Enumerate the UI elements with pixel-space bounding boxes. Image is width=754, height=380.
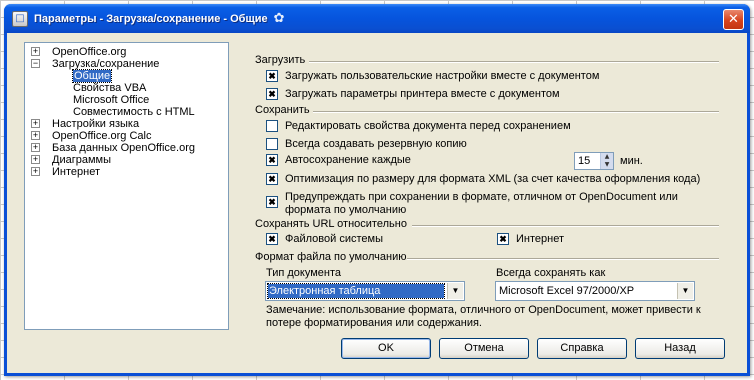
- options-tree[interactable]: + OpenOffice.org − Загрузка/сохранение Общие…: [24, 42, 229, 330]
- autosave-label: Автосохранение каждые: [285, 154, 411, 166]
- expand-icon[interactable]: +: [31, 155, 40, 164]
- tree-item[interactable]: + База данных OpenOffice.org: [25, 142, 228, 154]
- expand-icon[interactable]: +: [31, 131, 40, 140]
- warn-format-label-line1: Предупреждать при сохранении в формате, …: [285, 191, 678, 203]
- tree-item[interactable]: + Диаграммы: [25, 154, 228, 166]
- warn-format-label-line2: формата по умолчанию: [285, 204, 407, 216]
- help-button[interactable]: Справка: [537, 338, 627, 359]
- expand-icon[interactable]: +: [31, 47, 40, 56]
- expand-icon[interactable]: +: [31, 167, 40, 176]
- edit-props-label: Редактировать свойства документа перед с…: [285, 120, 571, 132]
- divider: [407, 258, 719, 260]
- spinner-buttons: ▲ ▼: [600, 153, 613, 169]
- spin-down-icon[interactable]: ▼: [601, 161, 613, 169]
- divider: [313, 111, 719, 113]
- backup-option[interactable]: Всегда создавать резервную копию: [266, 138, 467, 151]
- tree-item-label: OpenOffice.org: [52, 46, 127, 58]
- app-icon: □: [12, 10, 28, 27]
- tree-item[interactable]: Microsoft Office: [25, 94, 228, 106]
- doc-type-label: Тип документа: [266, 267, 342, 279]
- format-note-line1: Замечание: использование формата, отличн…: [266, 304, 701, 316]
- tree-item[interactable]: + Настройки языка: [25, 118, 228, 130]
- divider: [309, 61, 719, 63]
- ok-button[interactable]: OK: [341, 338, 431, 359]
- url-internet-checkbox[interactable]: [497, 233, 509, 245]
- tree-item[interactable]: + OpenOffice.org: [25, 46, 228, 58]
- save-group-title: Сохранить: [255, 104, 310, 116]
- tree-item-label: Настройки языка: [52, 118, 140, 130]
- collapse-icon[interactable]: −: [31, 59, 40, 68]
- url-filesystem-option[interactable]: Файловой системы: [266, 233, 383, 246]
- format-note: Замечание: использование формата, отличн…: [266, 304, 716, 330]
- close-button[interactable]: ✕: [723, 9, 744, 30]
- settings-panel: Загрузить Загружать пользовательские нас…: [241, 42, 725, 330]
- back-button[interactable]: Назад: [635, 338, 725, 359]
- optimize-xml-option[interactable]: Оптимизация по размеру для формата XML (…: [266, 173, 700, 186]
- title-bar[interactable]: □ Параметры - Загрузка/сохранение - Общи…: [4, 4, 750, 33]
- url-internet-option[interactable]: Интернет: [497, 233, 564, 246]
- format-note-line2: потере форматирования или содержания.: [266, 317, 482, 329]
- load-user-settings-checkbox[interactable]: [266, 70, 278, 82]
- load-user-settings-label: Загружать пользовательские настройки вме…: [285, 70, 600, 82]
- dropdown-arrow-icon[interactable]: ▼: [447, 283, 463, 299]
- backup-label: Всегда создавать резервную копию: [285, 138, 467, 150]
- backup-checkbox[interactable]: [266, 138, 278, 150]
- load-printer-settings-option[interactable]: Загружать параметры принтера вместе с до…: [266, 88, 560, 101]
- tree-item-label: Диаграммы: [52, 154, 111, 166]
- doc-type-selected-value: Электронная таблица: [267, 283, 445, 299]
- tree-item[interactable]: Общие: [25, 69, 228, 83]
- edit-props-checkbox[interactable]: [266, 120, 278, 132]
- cancel-button[interactable]: Отмена: [439, 338, 529, 359]
- tree-item-label: Общие: [71, 69, 113, 83]
- dropdown-arrow-icon[interactable]: ▼: [677, 283, 693, 299]
- default-format-group-title: Формат файла по умолчанию: [255, 251, 407, 263]
- dialog-title: Параметры - Загрузка/сохранение - Общие: [34, 12, 268, 25]
- doc-type-select[interactable]: Электронная таблица ▼: [265, 281, 465, 301]
- tree-item-label: Microsoft Office: [73, 94, 150, 106]
- save-as-selected-value: Microsoft Excel 97/2000/XP: [499, 285, 635, 297]
- url-internet-label: Интернет: [516, 233, 564, 245]
- tree-item[interactable]: Совместимость с HTML: [25, 106, 228, 118]
- save-as-label: Всегда сохранять как: [496, 267, 606, 279]
- expand-icon[interactable]: +: [31, 143, 40, 152]
- url-filesystem-label: Файловой системы: [285, 233, 383, 245]
- load-printer-settings-label: Загружать параметры принтера вместе с до…: [285, 88, 560, 100]
- autosave-interval-spinner[interactable]: 15 ▲ ▼: [574, 152, 614, 170]
- url-group-title: Сохранять URL относительно: [255, 218, 407, 230]
- openoffice-logo-icon: ✿: [273, 11, 285, 26]
- warn-format-checkbox[interactable]: [266, 196, 278, 208]
- tree-item-label: OpenOffice.org Calc: [52, 130, 152, 142]
- tree-item-label: Загрузка/сохранение: [52, 58, 160, 70]
- url-filesystem-checkbox[interactable]: [266, 233, 278, 245]
- tree-item-label: Интернет: [52, 166, 100, 178]
- edit-props-option[interactable]: Редактировать свойства документа перед с…: [266, 120, 571, 133]
- divider: [412, 225, 719, 227]
- warn-format-option[interactable]: Предупреждать при сохранении в формате, …: [266, 191, 678, 217]
- expand-icon[interactable]: +: [31, 119, 40, 128]
- load-printer-settings-checkbox[interactable]: [266, 88, 278, 100]
- save-as-select[interactable]: Microsoft Excel 97/2000/XP ▼: [495, 281, 695, 301]
- warn-format-label: Предупреждать при сохранении в формате, …: [285, 191, 678, 217]
- tree-item[interactable]: + OpenOffice.org Calc: [25, 130, 228, 142]
- optimize-xml-checkbox[interactable]: [266, 173, 278, 185]
- tree-item-label: Совместимость с HTML: [73, 106, 195, 118]
- autosave-checkbox[interactable]: [266, 154, 278, 166]
- tree-item[interactable]: − Загрузка/сохранение: [25, 58, 228, 70]
- optimize-xml-label: Оптимизация по размеру для формата XML (…: [285, 173, 701, 185]
- tree-item[interactable]: + Интернет: [25, 166, 228, 178]
- tree-item-label: База данных OpenOffice.org: [52, 142, 195, 154]
- autosave-interval-value[interactable]: 15: [575, 153, 600, 169]
- tree-item[interactable]: Свойства VBA: [25, 82, 228, 94]
- load-group-title: Загрузить: [255, 54, 306, 66]
- tree-item-label: Свойства VBA: [73, 82, 147, 94]
- autosave-option[interactable]: Автосохранение каждые: [266, 154, 411, 167]
- autosave-unit: мин.: [620, 155, 643, 167]
- load-user-settings-option[interactable]: Загружать пользовательские настройки вме…: [266, 70, 599, 83]
- spin-up-icon[interactable]: ▲: [601, 153, 613, 161]
